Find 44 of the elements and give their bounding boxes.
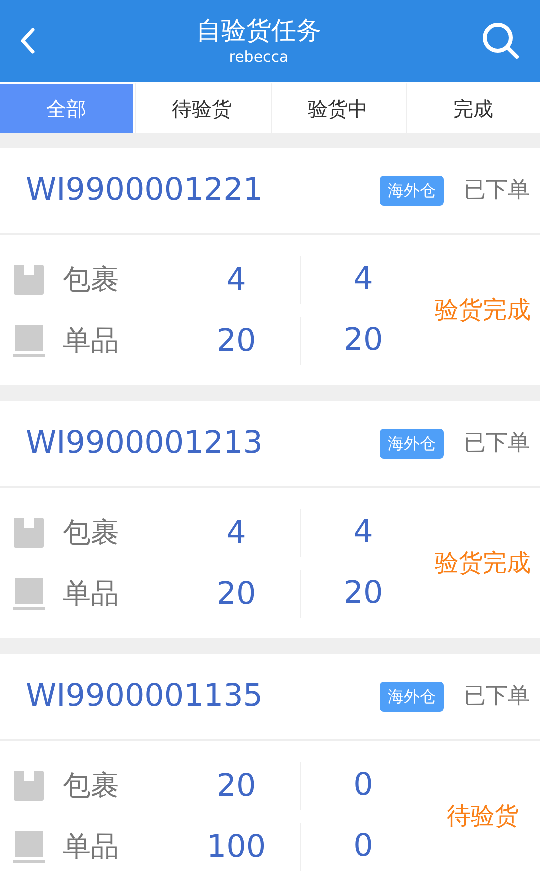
row-label: 包裹	[63, 514, 120, 550]
row-label: 单品	[63, 576, 120, 612]
count-value: 20	[342, 321, 384, 360]
search-icon[interactable]	[482, 22, 520, 60]
count-value: 100	[173, 822, 301, 870]
task-number: WI9900001213	[26, 424, 264, 464]
count-value: 4	[173, 508, 301, 556]
task-card[interactable]: WI9900001213 海外仓 已下单 包裹 4 4 单品 20 20 验货完成	[0, 401, 540, 638]
task-card[interactable]: WI9900001135 海外仓 已下单 包裹 20 0 单品 100 0 待验货	[0, 654, 540, 885]
page-title: 自验货任务	[196, 15, 322, 47]
back-icon[interactable]	[20, 27, 36, 55]
count-value: 0	[352, 766, 374, 806]
count-value: 4	[352, 513, 374, 552]
order-status: 已下单	[464, 177, 530, 205]
row-label: 包裹	[63, 768, 120, 804]
warehouse-tag: 海外仓	[380, 682, 444, 712]
count-value: 20	[173, 316, 301, 364]
task-number: WI9900001135	[26, 677, 264, 716]
count-value: 4	[352, 260, 374, 300]
task-number: WI9900001221	[26, 171, 264, 210]
laptop-icon	[13, 578, 45, 610]
laptop-icon	[13, 324, 45, 356]
order-status: 已下单	[464, 430, 530, 458]
task-card[interactable]: WI9900001221 海外仓 已下单 包裹 4 4 单品 20 20 验货完成	[0, 148, 540, 385]
count-value: 4	[173, 256, 301, 304]
package-icon	[13, 516, 45, 548]
filter-tab[interactable]: 全部	[0, 82, 133, 133]
user-name: rebecca	[229, 47, 289, 67]
count-value: 20	[342, 574, 384, 614]
package-icon	[13, 770, 45, 802]
order-status: 已下单	[464, 683, 530, 711]
warehouse-tag: 海外仓	[380, 176, 444, 206]
inspection-status: 验货完成	[434, 295, 532, 326]
inspection-status: 验货完成	[434, 548, 532, 579]
count-value: 20	[173, 570, 301, 618]
row-label: 包裹	[63, 262, 120, 298]
inspection-status: 待验货	[446, 801, 520, 832]
count-value: 20	[173, 762, 301, 810]
row-label: 单品	[63, 322, 120, 358]
package-icon	[13, 264, 45, 296]
row-label: 单品	[63, 828, 120, 864]
warehouse-tag: 海外仓	[380, 428, 444, 458]
count-value: 0	[352, 827, 374, 866]
laptop-icon	[13, 830, 45, 862]
